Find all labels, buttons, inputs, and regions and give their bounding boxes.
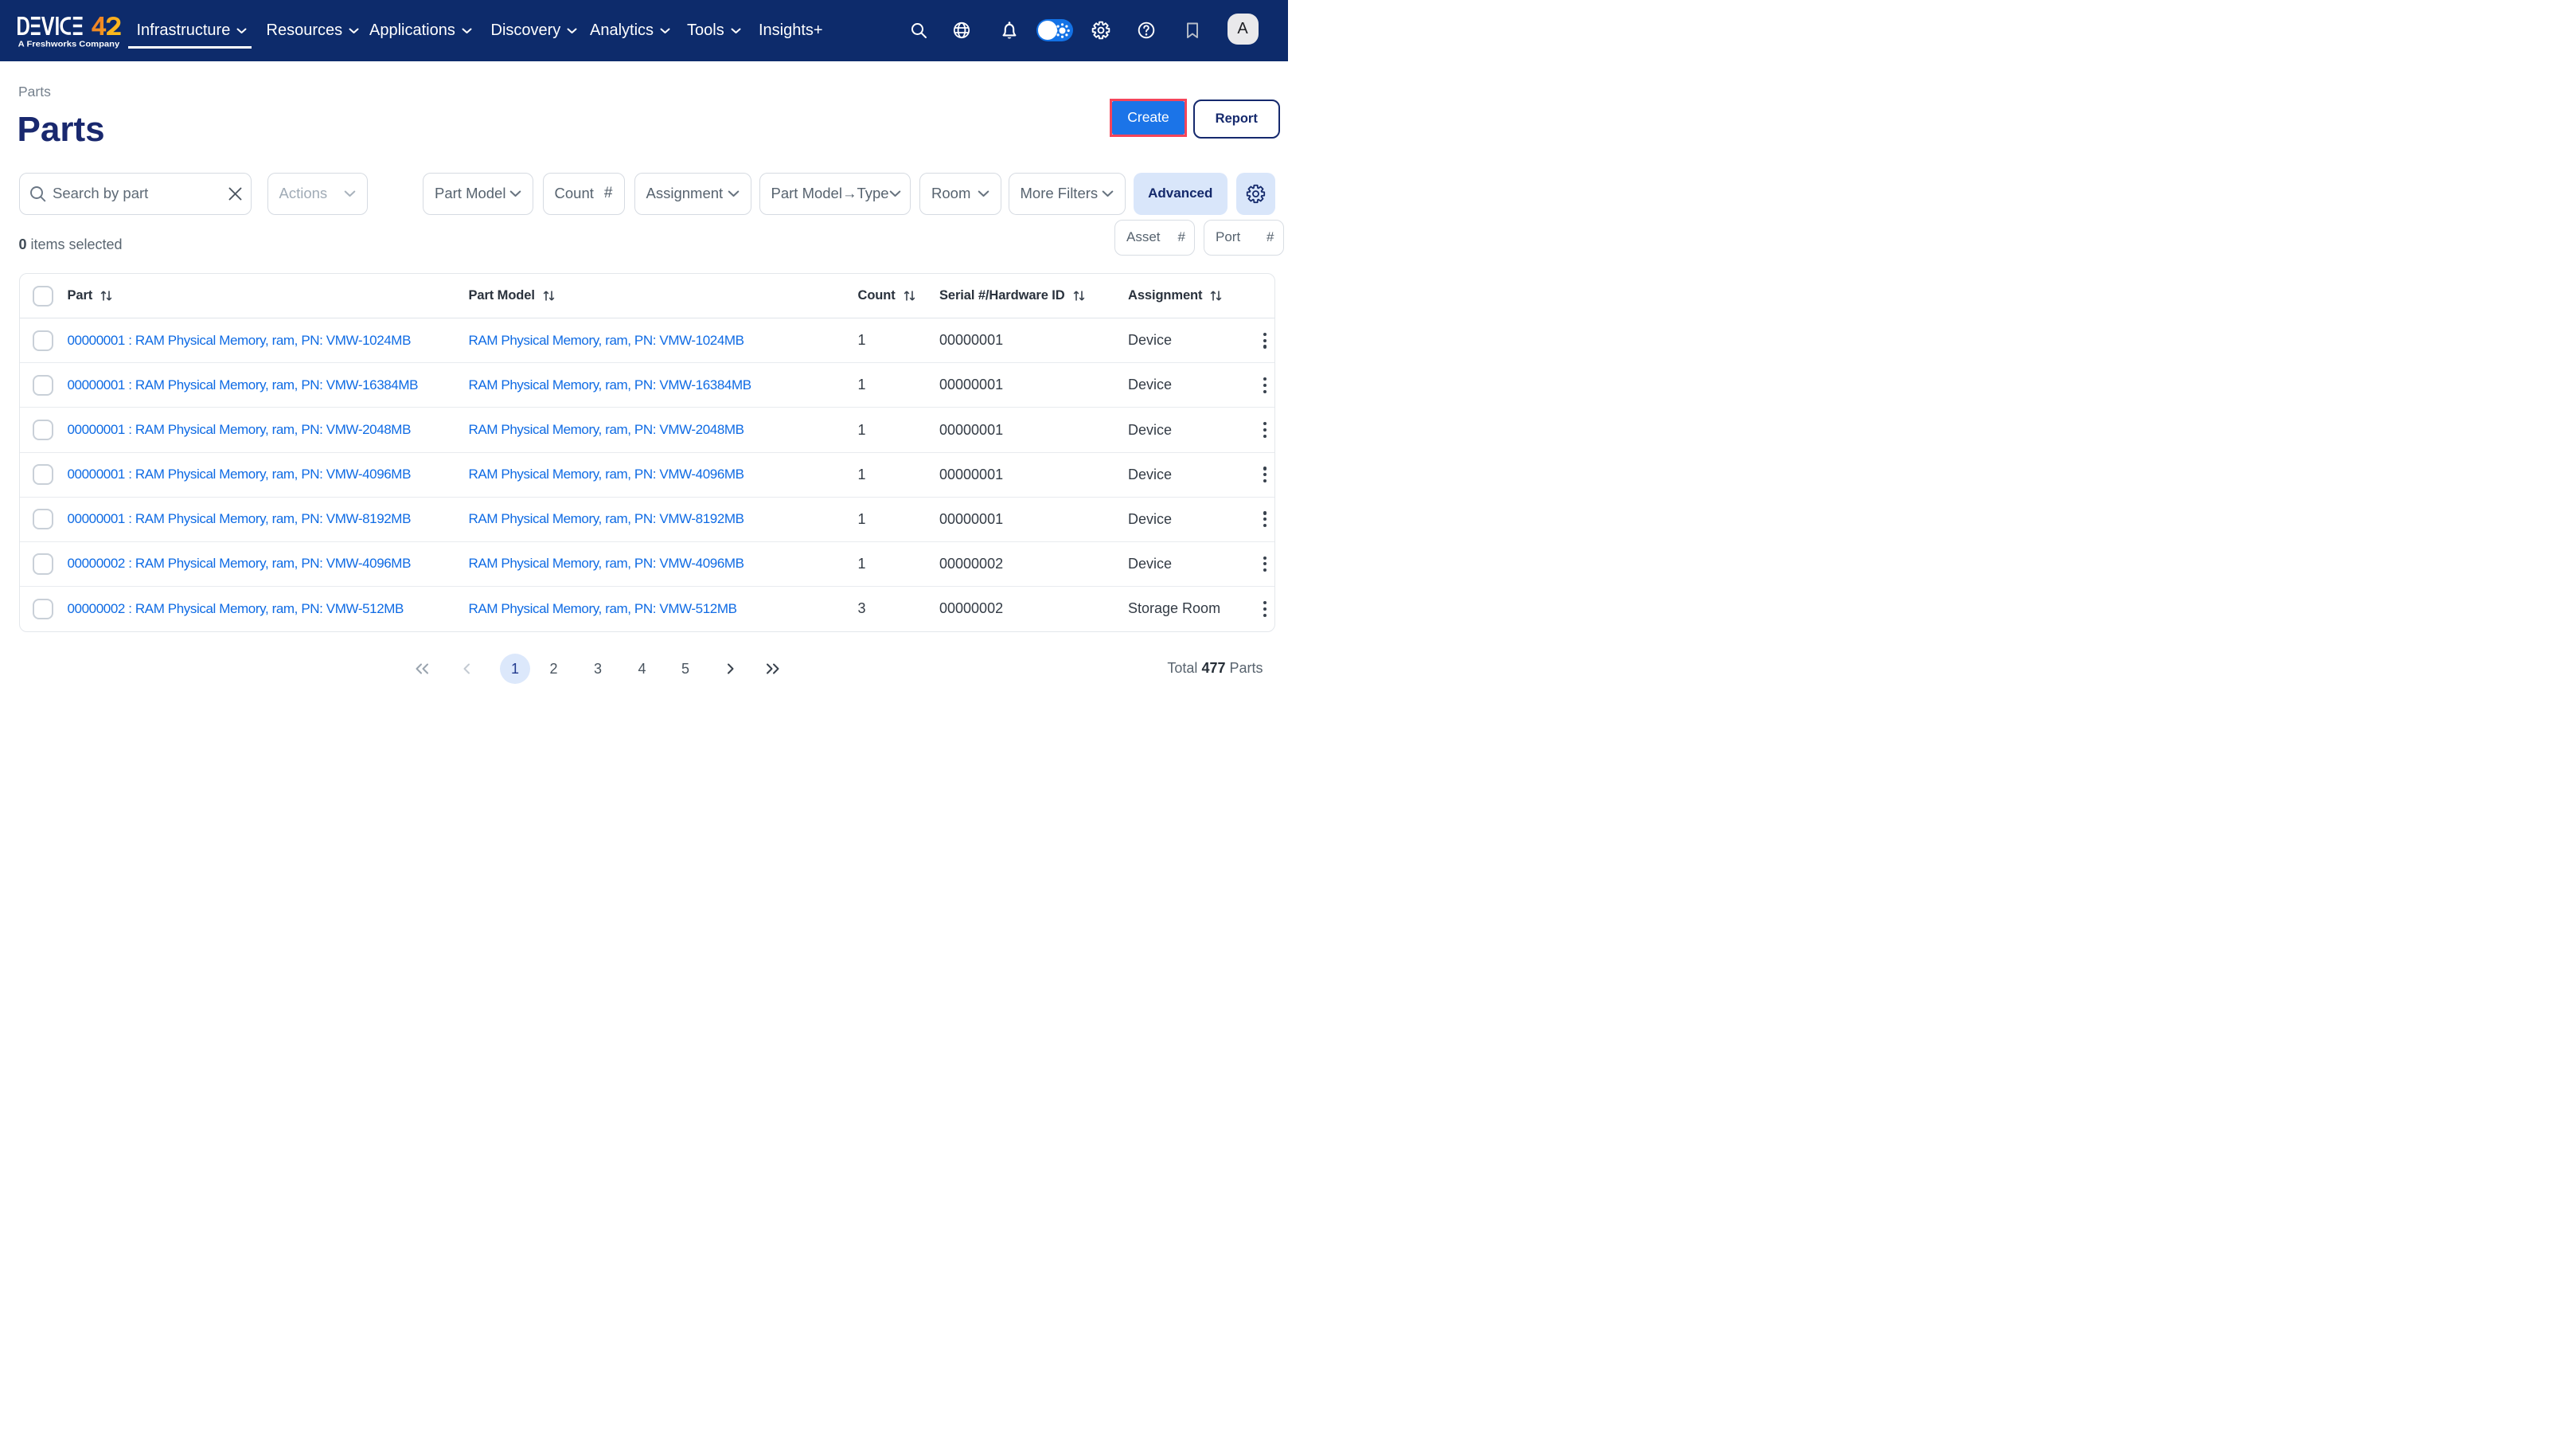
svg-text:A Freshworks Company: A Freshworks Company <box>18 41 120 49</box>
